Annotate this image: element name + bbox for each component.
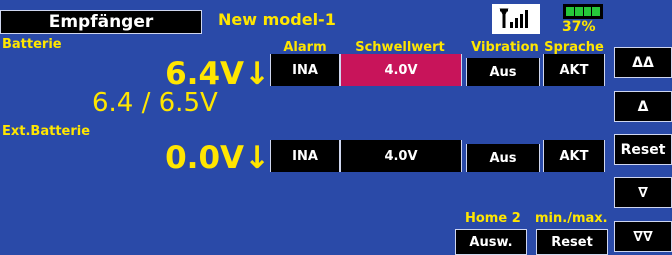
ext-battery-threshold-button[interactable]: 4.0V — [340, 140, 462, 172]
side-reset-button[interactable]: Reset — [614, 134, 672, 165]
ext-battery-label: Ext.Batterie — [2, 124, 91, 139]
battery-voltage: 6.4V↓ — [120, 56, 270, 92]
ext-battery-alarm-button[interactable]: INA — [270, 140, 340, 172]
home-select-button[interactable]: Ausw. — [455, 229, 527, 255]
battery-icon — [563, 4, 603, 19]
receiver-screen: Empfänger New model-1 37% Batterie Alarm… — [0, 0, 672, 255]
column-vibration: Vibration — [471, 40, 539, 55]
battery-voltage-value: 6.4V — [165, 56, 245, 92]
column-language: Sprache — [544, 40, 604, 55]
column-threshold: Schwellwert — [355, 40, 445, 55]
signal-antenna-icon — [492, 4, 540, 34]
battery-voltage-minmax: 6.4 / 6.5V — [92, 88, 218, 118]
page-up-fast-button[interactable]: ΔΔ — [614, 47, 672, 78]
model-name: New model-1 — [218, 10, 336, 29]
ext-battery-vibration-button[interactable]: Aus — [466, 144, 540, 172]
ext-battery-voltage-arrow: ↓ — [244, 140, 270, 176]
ext-battery-voltage-value: 0.0V — [165, 140, 245, 176]
ext-battery-voltage: 0.0V↓ — [120, 140, 270, 176]
ext-battery-language-button[interactable]: AKT — [543, 140, 605, 172]
page-title: Empfänger — [0, 10, 202, 34]
column-alarm: Alarm — [283, 40, 327, 55]
page-up-button[interactable]: Δ — [614, 91, 672, 122]
battery-voltage-arrow: ↓ — [244, 56, 270, 92]
battery-alarm-button[interactable]: INA — [270, 54, 340, 86]
battery-label: Batterie — [2, 37, 62, 52]
battery-language-button[interactable]: AKT — [543, 54, 605, 86]
battery-threshold-button[interactable]: 4.0V — [340, 54, 462, 86]
battery-vibration-button[interactable]: Aus — [466, 58, 540, 86]
minmax-reset-button[interactable]: Reset — [536, 229, 608, 255]
battery-percent: 37% — [562, 19, 596, 35]
minmax-label: min./max. — [535, 211, 608, 226]
page-down-button[interactable]: ∇ — [614, 177, 672, 208]
page-down-fast-button[interactable]: ∇∇ — [614, 221, 672, 252]
home-label: Home 2 — [465, 211, 521, 226]
